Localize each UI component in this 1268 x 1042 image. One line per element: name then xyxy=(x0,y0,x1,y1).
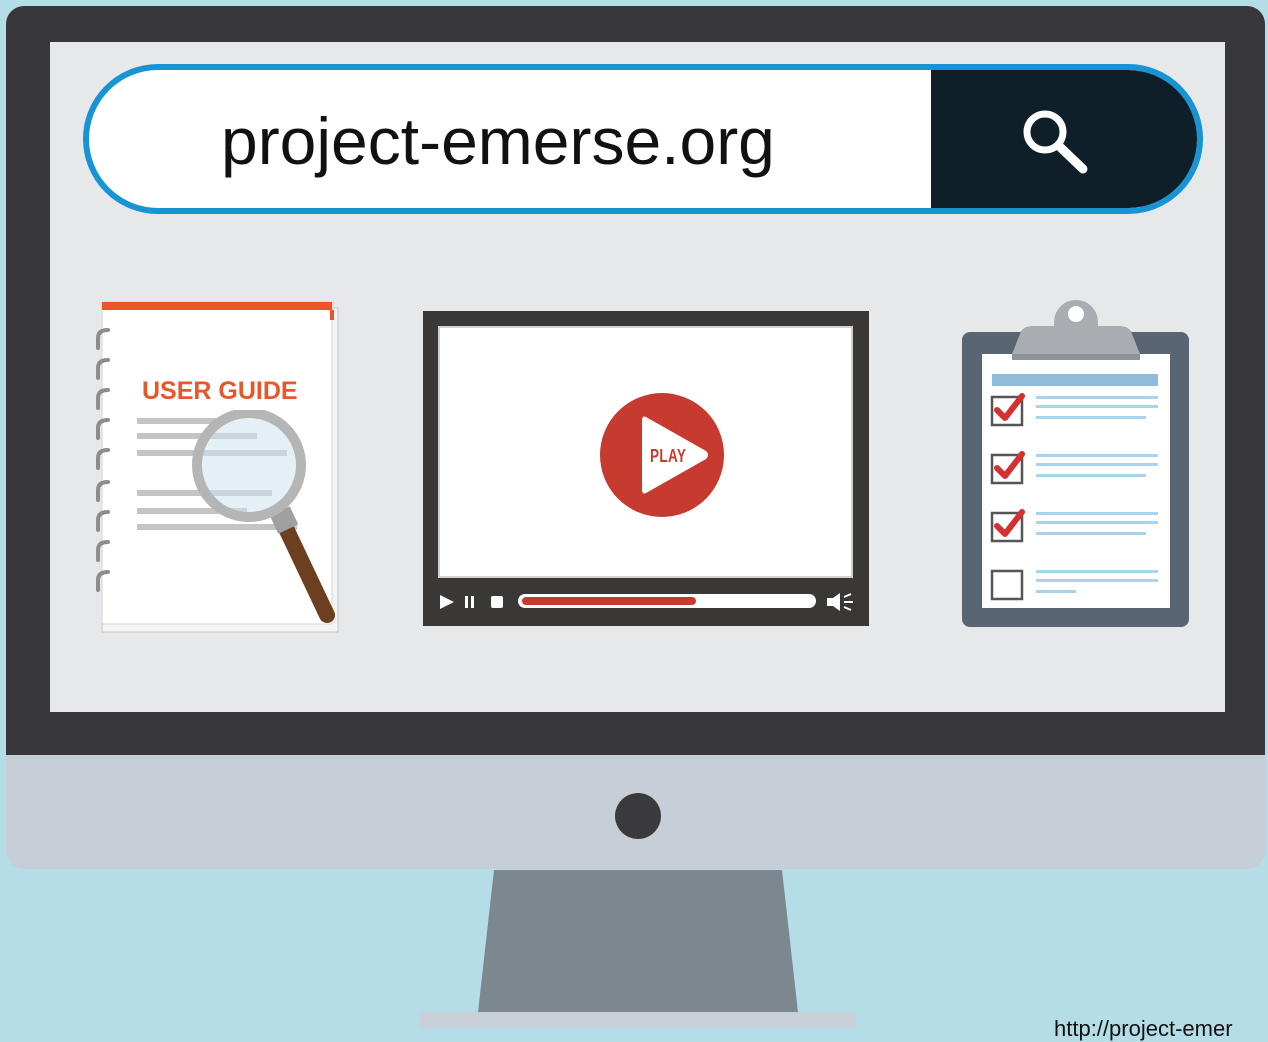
footer-url: http://project-emer xyxy=(1054,1016,1233,1041)
volume-icon[interactable] xyxy=(825,591,855,613)
video-screen[interactable]: PLAY xyxy=(438,326,853,578)
search-input[interactable]: project-emerse.org xyxy=(221,74,775,208)
unchecked-box-icon[interactable] xyxy=(990,566,1162,602)
search-button[interactable] xyxy=(931,70,1197,208)
user-guide-title: USER GUIDE xyxy=(142,377,298,405)
play-label: PLAY xyxy=(650,446,687,466)
checked-box-icon[interactable] xyxy=(990,450,1162,486)
checklist-item[interactable] xyxy=(990,566,1162,602)
checklist-tile[interactable] xyxy=(962,292,1190,628)
monitor-stand xyxy=(478,870,798,1012)
checked-box-icon[interactable] xyxy=(990,392,1162,428)
progress-fill xyxy=(522,597,696,605)
user-guide-tile[interactable]: USER GUIDE xyxy=(92,300,342,635)
play-button[interactable]: PLAY xyxy=(600,393,724,517)
magnifying-glass-icon xyxy=(192,410,335,623)
pause-icon[interactable] xyxy=(463,595,477,609)
checklist-item[interactable] xyxy=(990,450,1162,486)
play-icon[interactable] xyxy=(438,593,456,611)
checked-box-icon[interactable] xyxy=(990,508,1162,544)
checklist-item[interactable] xyxy=(990,392,1162,428)
progress-bar[interactable] xyxy=(518,594,816,608)
video-player[interactable]: PLAY xyxy=(423,311,869,626)
stop-icon[interactable] xyxy=(491,596,503,608)
search-bar[interactable]: project-emerse.org xyxy=(83,64,1203,214)
monitor-stand-base xyxy=(420,1012,856,1028)
power-button[interactable] xyxy=(615,793,661,839)
search-icon xyxy=(1023,110,1088,174)
checklist-item[interactable] xyxy=(990,508,1162,544)
